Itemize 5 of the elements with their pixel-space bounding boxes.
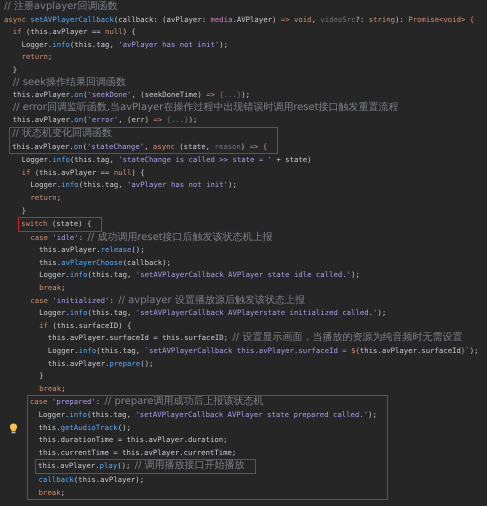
code-line: // 状态机变化回调函数 xyxy=(12,128,114,141)
code-line: // seek操作结果回调函数 xyxy=(12,76,128,90)
lightbulb-icon[interactable] xyxy=(8,422,18,434)
code-line: // error回调监听函数,当avPlayer在操作过程中出现错误时调用reset接口触发重置流程 xyxy=(12,102,400,114)
code-line: // 注册avplayer回调函数 xyxy=(4,1,118,14)
